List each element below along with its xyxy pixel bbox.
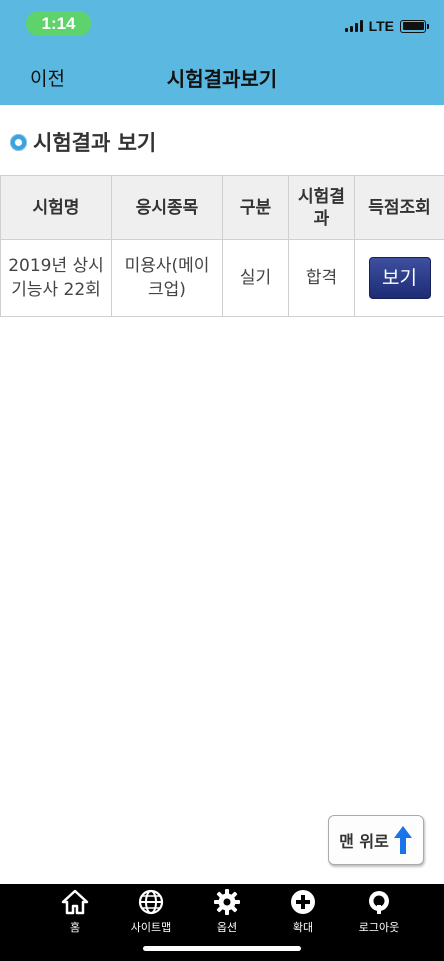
network-type: LTE <box>368 18 394 34</box>
view-score-button[interactable]: 보기 <box>368 257 431 299</box>
scroll-top-button[interactable]: 맨 위로 <box>328 815 424 865</box>
exam-results-table: 시험명 응시종목 구분 시험결 과 득점조회 2019년 상시 기능사 22회 … <box>0 175 444 317</box>
col-header-subject: 응시종목 <box>111 175 223 240</box>
status-indicators: LTE <box>344 16 429 36</box>
nav-logout-label: 로그아웃 <box>358 921 400 934</box>
col-header-result: 시험결 과 <box>288 175 355 240</box>
bottom-navigation: 홈 사이트맵 옵션 확대 로그아웃 <box>0 884 444 961</box>
nav-options-label: 옵션 <box>216 921 238 934</box>
status-time: 1:14 <box>26 11 91 36</box>
table-header-row: 시험명 응시종목 구분 시험결 과 득점조회 <box>0 175 444 240</box>
home-icon <box>61 889 89 915</box>
cell-exam-name: 2019년 상시 기능사 22회 <box>0 239 112 317</box>
col-header-score: 득점조회 <box>354 175 444 240</box>
battery-icon <box>400 19 429 33</box>
page-title: 시험결과보기 <box>166 69 278 91</box>
cell-type: 실기 <box>222 239 289 317</box>
plus-circle-icon <box>291 890 315 914</box>
nav-options[interactable]: 옵션 <box>189 884 265 935</box>
nav-logout[interactable]: 로그아웃 <box>341 884 417 935</box>
gear-icon <box>214 889 240 915</box>
signal-icon <box>344 20 363 32</box>
cell-score: 보기 <box>354 239 444 317</box>
section-title: 시험결과 보기 <box>33 131 157 155</box>
col-header-type: 구분 <box>222 175 289 240</box>
nav-home-label: 홈 <box>69 921 81 934</box>
arrow-up-icon <box>393 826 412 854</box>
nav-zoom-label: 확대 <box>292 921 314 934</box>
nav-zoom[interactable]: 확대 <box>265 884 341 935</box>
cell-subject: 미용사(메이 크업) <box>111 239 223 317</box>
section-heading: 시험결과 보기 <box>10 127 156 157</box>
col-header-exam-name: 시험명 <box>0 175 112 240</box>
nav-sitemap-label: 사이트맵 <box>130 921 172 934</box>
app-header: 1:14 LTE 이전 시험결과보기 <box>0 0 444 105</box>
bullet-icon <box>10 133 27 151</box>
nav-home[interactable]: 홈 <box>37 884 113 935</box>
cell-result: 합격 <box>288 239 355 317</box>
nav-sitemap[interactable]: 사이트맵 <box>113 884 189 935</box>
scroll-top-label: 맨 위로 <box>339 832 389 851</box>
table-row: 2019년 상시 기능사 22회 미용사(메이 크업) 실기 합격 보기 <box>0 239 444 317</box>
home-indicator <box>143 946 301 951</box>
globe-icon <box>138 889 164 915</box>
power-icon <box>369 891 389 914</box>
